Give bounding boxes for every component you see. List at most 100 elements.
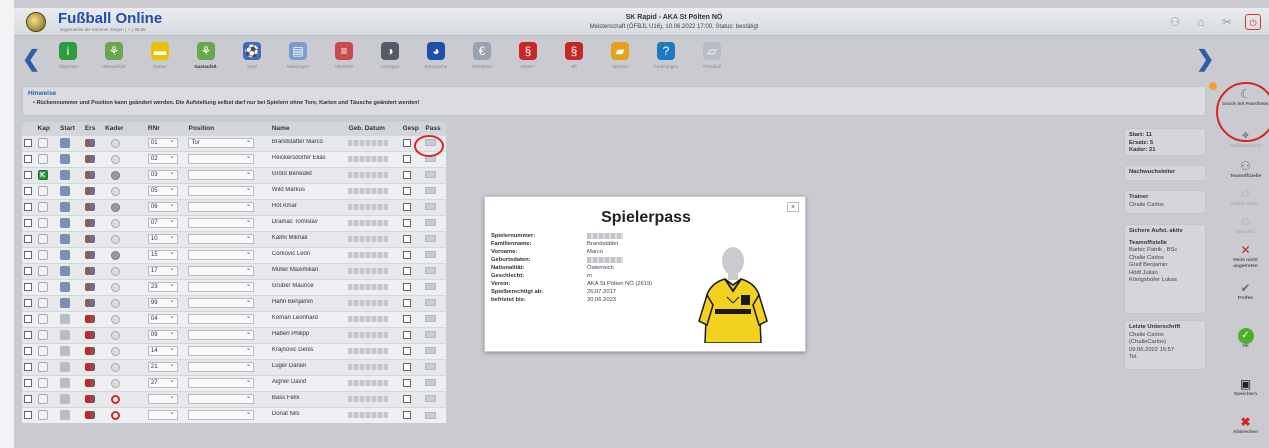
start-shirt-icon[interactable] [60, 202, 71, 212]
player-pass-icon[interactable] [425, 315, 437, 323]
row-checkbox[interactable] [24, 267, 32, 275]
substitute-icon[interactable] [84, 155, 95, 163]
substitute-icon[interactable] [84, 203, 95, 211]
toolbar-item[interactable]: ▱ Protokoll [692, 42, 732, 69]
position-select[interactable]: Tor [188, 136, 255, 148]
position-select[interactable] [188, 152, 255, 164]
substitute-icon[interactable] [84, 267, 95, 275]
player-pass-icon[interactable] [425, 363, 437, 371]
prev-arrow-icon[interactable]: ❮ [22, 46, 40, 72]
start-shirt-icon[interactable] [60, 138, 71, 148]
captain-toggle[interactable]: K [37, 170, 48, 180]
start-shirt-icon[interactable] [60, 362, 71, 372]
row-checkbox[interactable] [24, 187, 32, 195]
start-shirt-icon[interactable] [60, 314, 71, 324]
start-shirt-icon[interactable] [60, 154, 71, 164]
jersey-number-select[interactable] [147, 408, 178, 421]
position-select[interactable] [188, 296, 255, 308]
start-shirt-icon[interactable] [60, 250, 71, 260]
users-icon[interactable]: ⚇ [1167, 14, 1183, 30]
row-checkbox[interactable] [24, 379, 32, 387]
toolbar-item[interactable]: ⚘ Gastaufstl. [186, 42, 226, 69]
squad-status-icon[interactable] [111, 218, 121, 228]
jersey-number-select[interactable]: 14 [147, 344, 178, 356]
captain-toggle[interactable] [37, 394, 48, 404]
captain-toggle[interactable] [37, 202, 48, 212]
player-pass-icon[interactable] [425, 411, 437, 419]
toolbar-item[interactable]: § Bfi [554, 42, 594, 69]
substitute-icon[interactable] [84, 139, 95, 147]
substitute-icon[interactable] [84, 331, 95, 339]
played-checkbox[interactable] [402, 139, 411, 147]
position-select[interactable] [188, 168, 255, 180]
jersey-number-select[interactable]: 09 [147, 328, 178, 340]
home-not-appeared-button[interactable]: ✕ Heim nicht angetreten [1222, 242, 1269, 270]
substitute-icon[interactable] [84, 251, 95, 259]
position-select[interactable] [188, 232, 255, 244]
position-select[interactable] [188, 184, 255, 196]
start-shirt-icon[interactable] [60, 234, 71, 244]
row-checkbox[interactable] [24, 235, 32, 243]
substitute-icon[interactable] [84, 395, 95, 403]
jersey-number-select[interactable]: 06 [147, 200, 178, 212]
row-checkbox[interactable] [24, 331, 32, 339]
next-arrow-icon[interactable]: ❯ [1196, 46, 1214, 72]
captain-toggle[interactable] [37, 330, 48, 340]
substitute-icon[interactable] [84, 219, 95, 227]
squad-status-icon[interactable] [111, 186, 121, 196]
jersey-number-select[interactable]: 05 [147, 184, 178, 196]
start-shirt-icon[interactable] [60, 410, 71, 421]
played-checkbox[interactable] [402, 219, 411, 227]
toolbar-item[interactable]: ? Änderungen [646, 42, 686, 69]
toolbar-item[interactable]: ◑ Anzeigen [370, 42, 410, 69]
toolbar-item[interactable]: ▬ Ordner [140, 42, 180, 69]
row-checkbox[interactable] [24, 347, 32, 355]
substitute-icon[interactable] [84, 363, 95, 371]
position-select[interactable] [188, 376, 255, 388]
squad-status-icon[interactable] [111, 266, 121, 276]
player-pass-icon[interactable] [425, 203, 437, 211]
played-checkbox[interactable] [402, 363, 411, 371]
position-select[interactable] [188, 264, 255, 276]
row-checkbox[interactable] [24, 251, 32, 259]
substitute-icon[interactable] [84, 171, 95, 179]
captain-toggle[interactable] [37, 234, 48, 244]
row-checkbox[interactable] [24, 155, 32, 163]
position-select[interactable] [188, 312, 255, 324]
played-checkbox[interactable] [402, 347, 411, 355]
position-select[interactable] [188, 328, 255, 340]
squad-status-icon[interactable] [111, 154, 121, 164]
player-pass-icon[interactable] [425, 219, 437, 227]
jersey-number-select[interactable] [147, 392, 178, 404]
jersey-number-select[interactable]: 21 [147, 360, 178, 372]
start-shirt-icon[interactable] [60, 394, 71, 404]
row-checkbox[interactable] [24, 363, 32, 371]
player-pass-icon[interactable] [425, 299, 437, 307]
last-lineup-button[interactable]: ↺ Letzte Aufst. [1222, 186, 1269, 208]
position-select[interactable] [188, 248, 255, 260]
toolbar-item[interactable]: § Strafe I [508, 42, 548, 69]
played-checkbox[interactable] [402, 203, 411, 211]
captain-toggle[interactable] [37, 282, 48, 292]
toolbar-item[interactable]: € Gebühren [462, 42, 502, 69]
player-pass-icon[interactable] [425, 283, 437, 291]
jersey-number-select[interactable]: 99 [147, 296, 178, 308]
substitute-icon[interactable] [84, 347, 95, 355]
start-shirt-icon[interactable] [60, 266, 71, 276]
squad-status-icon[interactable] [111, 410, 121, 420]
substitute-icon[interactable] [84, 315, 95, 323]
row-checkbox[interactable] [24, 171, 32, 179]
player-pass-icon[interactable] [425, 171, 437, 179]
substitute-icon[interactable] [84, 379, 95, 387]
position-select[interactable] [188, 392, 255, 404]
squad-status-icon[interactable] [111, 394, 121, 404]
position-select[interactable] [188, 280, 255, 292]
squad-status-icon[interactable] [111, 250, 121, 260]
played-checkbox[interactable] [402, 379, 411, 387]
jersey-number-select[interactable]: 03 [147, 168, 178, 180]
squad-status-icon[interactable] [111, 282, 121, 292]
home-icon[interactable]: ⌂ [1193, 14, 1209, 30]
row-checkbox[interactable] [24, 219, 32, 227]
squad-status-icon[interactable] [111, 346, 121, 356]
played-checkbox[interactable] [402, 171, 411, 179]
